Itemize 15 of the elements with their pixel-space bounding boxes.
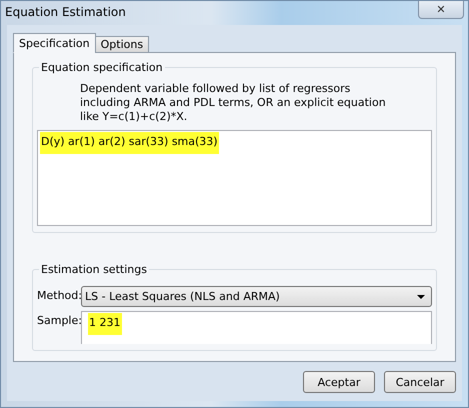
equation-field[interactable]: D(y) ar(1) ar(2) sar(33) sma(33) bbox=[37, 130, 432, 226]
group-title: Estimation settings bbox=[39, 263, 149, 276]
method-dropdown[interactable]: LS - Least Squares (NLS and ARMA) bbox=[81, 286, 432, 307]
group-title: Equation specification bbox=[39, 61, 165, 74]
hint-text: Dependent variable followed by list of regressors including ARMA and PDL terms, OR an explicit equation like Y=c(1)+c(2)*X. bbox=[80, 82, 387, 124]
dropdown-arrow-icon bbox=[417, 294, 425, 298]
close-button[interactable]: ✕ bbox=[418, 1, 464, 19]
sample-label: Sample: bbox=[37, 313, 81, 327]
method-label: Method: bbox=[37, 288, 81, 302]
dialog-button[interactable]: Aceptar bbox=[303, 371, 375, 393]
dialog-button[interactable]: Cancelar bbox=[384, 371, 456, 393]
window-title: Equation Estimation bbox=[5, 5, 126, 19]
tab[interactable]: Specification bbox=[13, 33, 96, 53]
tab[interactable]: Options bbox=[94, 36, 150, 53]
sample-field[interactable]: 1 231 bbox=[81, 311, 432, 344]
